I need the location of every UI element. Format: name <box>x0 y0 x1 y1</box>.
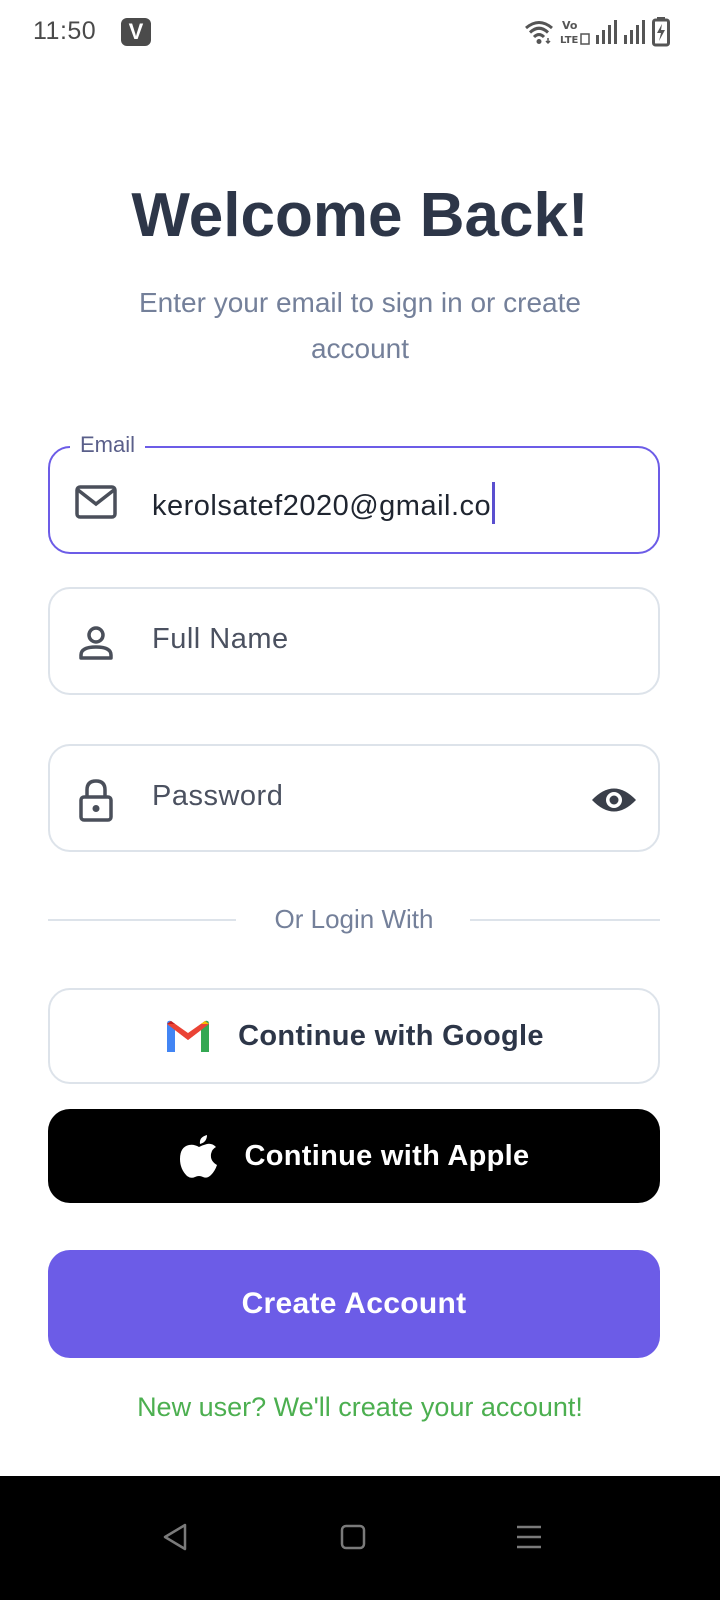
continue-with-google-label: Continue with Google <box>238 1019 544 1052</box>
continue-with-google-button[interactable]: Continue with Google <box>48 988 660 1084</box>
apple-icon <box>179 1133 219 1179</box>
signal-icon-2 <box>624 20 646 44</box>
home-square-icon[interactable] <box>328 1512 378 1562</box>
person-icon <box>74 623 118 663</box>
battery-charging-icon <box>652 17 670 47</box>
full-name-field[interactable]: Full Name <box>48 587 660 695</box>
back-triangle-icon[interactable] <box>150 1512 200 1562</box>
signal-icon <box>596 20 618 44</box>
status-icons: Vo LTE <box>524 16 670 48</box>
email-input[interactable]: kerolsatef2020@gmail.co <box>152 482 496 524</box>
gmail-icon <box>164 1018 212 1054</box>
status-bar: 11:50 V Vo LTE <box>0 0 720 64</box>
password-input[interactable]: Password <box>152 780 283 813</box>
page-title: Welcome Back! <box>131 181 589 250</box>
page-subtitle: Enter your email to sign in or create ac… <box>139 287 581 364</box>
divider-text: Or Login With <box>274 904 434 934</box>
email-field-label: Email <box>70 432 146 458</box>
password-field[interactable]: Password <box>48 744 660 852</box>
full-name-input[interactable]: Full Name <box>152 623 289 656</box>
create-account-button[interactable]: Create Account <box>48 1250 660 1358</box>
svg-text:Vo: Vo <box>562 19 578 32</box>
svg-text:LTE: LTE <box>560 35 579 46</box>
new-user-note: New user? We'll create your account! <box>137 1392 583 1422</box>
email-input-value: kerolsatef2020@gmail.co <box>152 490 492 522</box>
text-caret <box>492 482 496 524</box>
continue-with-apple-button[interactable]: Continue with Apple <box>48 1109 660 1203</box>
status-time: 11:50 <box>33 17 97 45</box>
app-notification-badge: V <box>121 18 151 46</box>
menu-lines-icon[interactable] <box>504 1512 554 1562</box>
system-navigation-bar <box>0 1476 720 1600</box>
eye-icon[interactable] <box>590 780 638 820</box>
continue-with-apple-label: Continue with Apple <box>244 1139 530 1172</box>
mail-icon <box>74 482 118 522</box>
wifi-icon <box>524 19 554 45</box>
lock-icon <box>74 779 118 822</box>
email-field[interactable]: Email kerolsatef2020@gmail.co <box>48 432 660 554</box>
volte-icon: Vo LTE <box>560 18 590 46</box>
or-login-with-divider: Or Login With <box>48 900 660 940</box>
